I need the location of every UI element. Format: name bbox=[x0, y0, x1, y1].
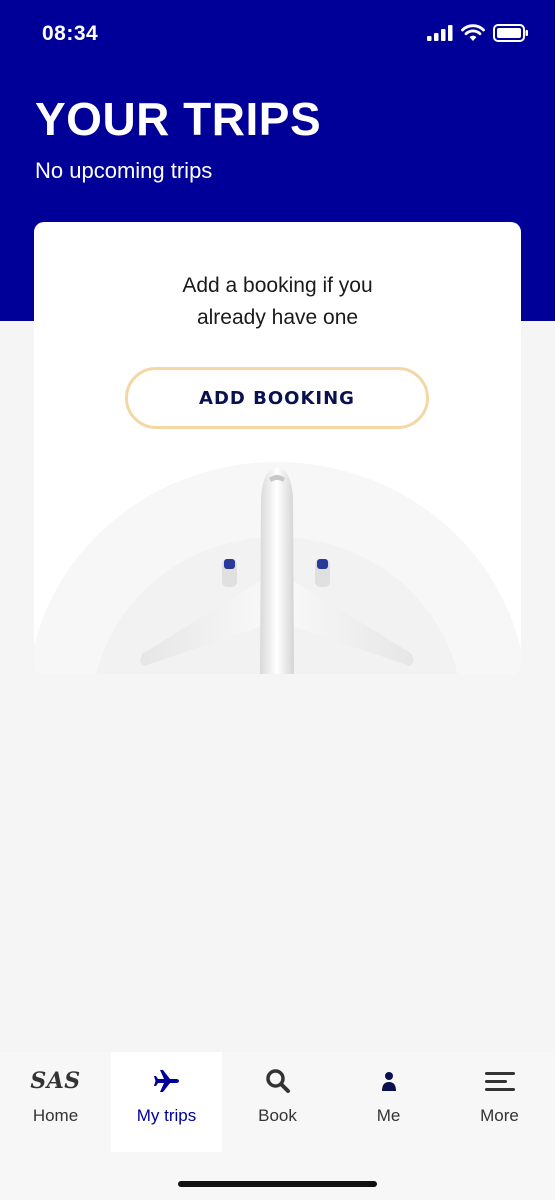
wifi-icon bbox=[461, 24, 485, 41]
tab-home[interactable]: SAS Home bbox=[0, 1052, 111, 1152]
tab-me-label: Me bbox=[376, 1106, 401, 1125]
status-bar: 08:34 bbox=[0, 0, 555, 70]
status-icons bbox=[427, 24, 529, 42]
tab-more-label: More bbox=[480, 1106, 519, 1125]
page-title: YOUR TRIPS bbox=[35, 93, 322, 145]
sas-logo-icon: SAS bbox=[26, 1066, 86, 1096]
cellular-signal-icon bbox=[427, 25, 453, 41]
sas-logo-text: SAS bbox=[30, 1068, 81, 1094]
tab-my-trips[interactable]: My trips bbox=[111, 1052, 222, 1152]
bottom-tab-bar: SAS Home My trips Book Me More bbox=[0, 1052, 555, 1200]
tab-home-label: Home bbox=[32, 1106, 79, 1125]
page-subtitle: No upcoming trips bbox=[35, 158, 213, 183]
battery-icon bbox=[493, 24, 528, 42]
status-time: 08:34 bbox=[42, 22, 99, 45]
airplane-icon bbox=[137, 1066, 197, 1096]
tab-me[interactable]: Me bbox=[333, 1052, 444, 1152]
airplane-illustration bbox=[34, 462, 521, 674]
empty-state-message: Add a booking if you already have one bbox=[34, 270, 521, 334]
tab-my-trips-label: My trips bbox=[136, 1106, 197, 1125]
tab-more[interactable]: More bbox=[444, 1052, 555, 1152]
add-booking-button[interactable]: ADD BOOKING bbox=[125, 367, 429, 429]
home-indicator bbox=[178, 1181, 377, 1187]
menu-icon bbox=[470, 1066, 530, 1096]
empty-trips-card: Add a booking if you already have one AD… bbox=[34, 222, 521, 674]
tab-book-label: Book bbox=[258, 1106, 297, 1125]
message-line-1: Add a booking if you bbox=[182, 274, 373, 297]
person-icon bbox=[359, 1066, 419, 1096]
search-icon bbox=[248, 1066, 308, 1096]
message-line-2: already have one bbox=[196, 306, 359, 329]
tab-book[interactable]: Book bbox=[222, 1052, 333, 1152]
